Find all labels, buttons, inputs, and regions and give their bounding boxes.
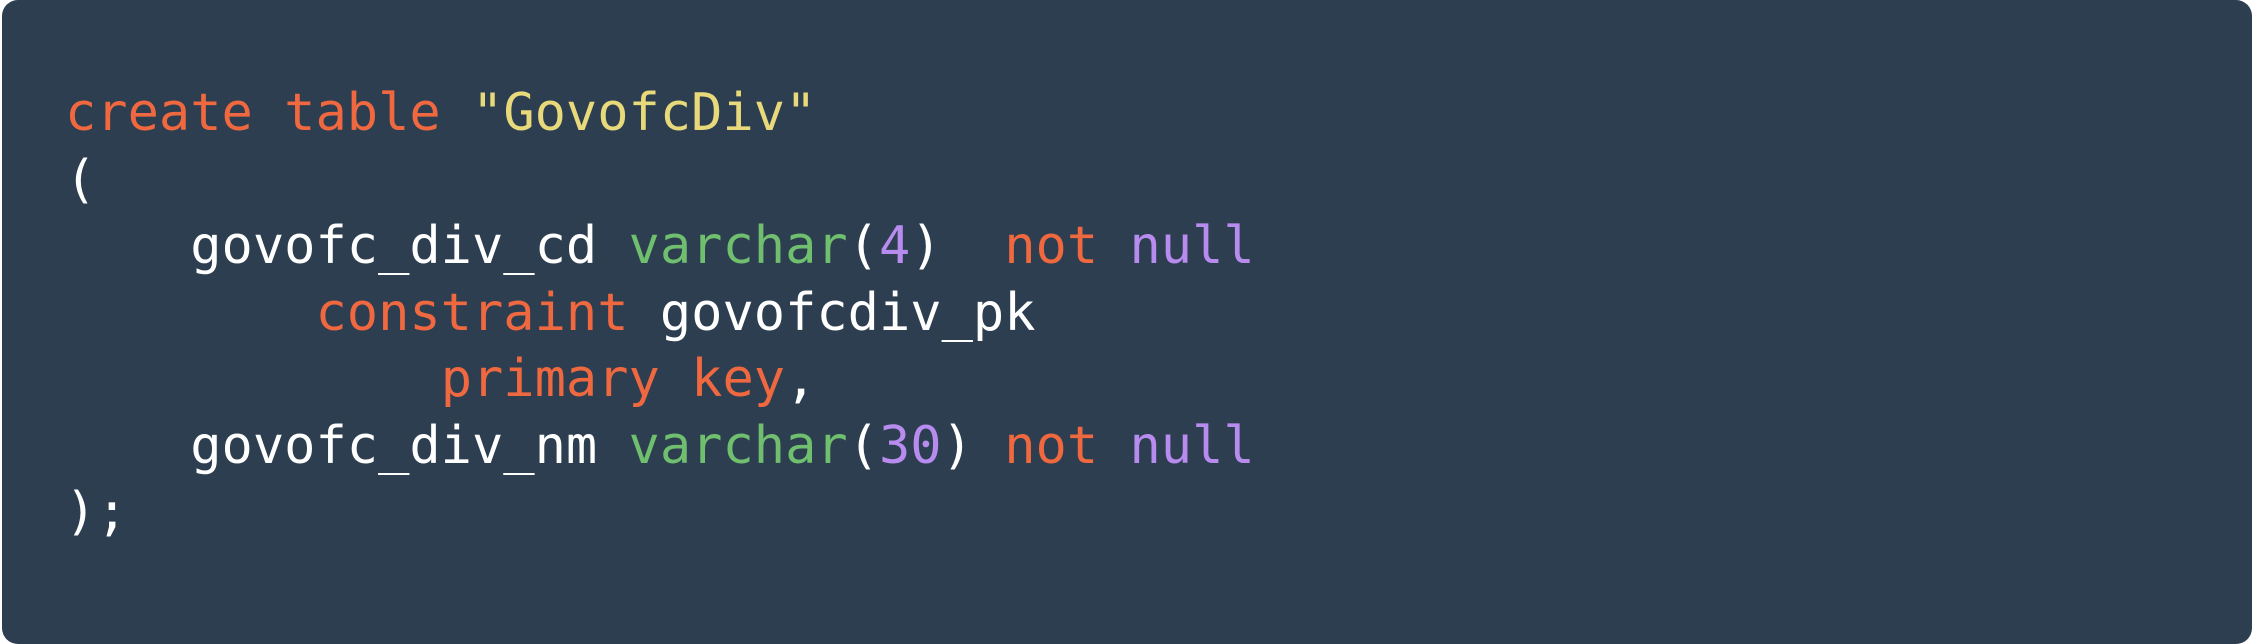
- code-token: (: [65, 149, 97, 210]
- code-token: null: [1129, 415, 1255, 476]
- code-token: primary: [440, 349, 660, 409]
- code-token: key: [691, 349, 786, 409]
- code-token: ,: [785, 349, 817, 409]
- code-token: not: [1004, 216, 1099, 276]
- code-token: null: [1129, 216, 1255, 276]
- code-token: ): [941, 415, 1005, 476]
- code-block: create table "GovofcDiv"( govofc_div_cd …: [2, 0, 2252, 644]
- code-token: 4: [879, 216, 911, 276]
- code-token: not: [1004, 415, 1099, 476]
- code-line-6: govofc_div_nm varchar(30) not null: [65, 413, 2252, 480]
- code-line-1: create table "GovofcDiv": [65, 80, 2252, 147]
- code-token: govofc_div_cd: [65, 216, 629, 276]
- code-token: govofc_div_nm: [65, 415, 629, 476]
- code-token: (: [847, 415, 879, 476]
- code-token: varchar: [628, 415, 848, 476]
- code-line-3: govofc_div_cd varchar(4) not null: [65, 213, 2252, 280]
- code-token: "GovofcDiv": [472, 83, 817, 143]
- code-token: govofcdiv_pk: [628, 282, 1036, 343]
- code-token: ): [910, 216, 1005, 276]
- code-token: table: [284, 83, 441, 143]
- code-token: constraint: [315, 282, 629, 343]
- code-token: );: [65, 482, 128, 542]
- code-line-7: );: [65, 479, 2252, 546]
- code-token: varchar: [628, 216, 848, 276]
- code-line-4: constraint govofcdiv_pk: [65, 280, 2252, 347]
- sql-code: create table "GovofcDiv"( govofc_div_cd …: [65, 80, 2252, 546]
- code-token: 30: [879, 415, 942, 476]
- code-token: create: [65, 83, 253, 143]
- code-line-2: (: [65, 147, 2252, 214]
- code-token: (: [847, 216, 879, 276]
- code-line-5: primary key,: [65, 346, 2252, 413]
